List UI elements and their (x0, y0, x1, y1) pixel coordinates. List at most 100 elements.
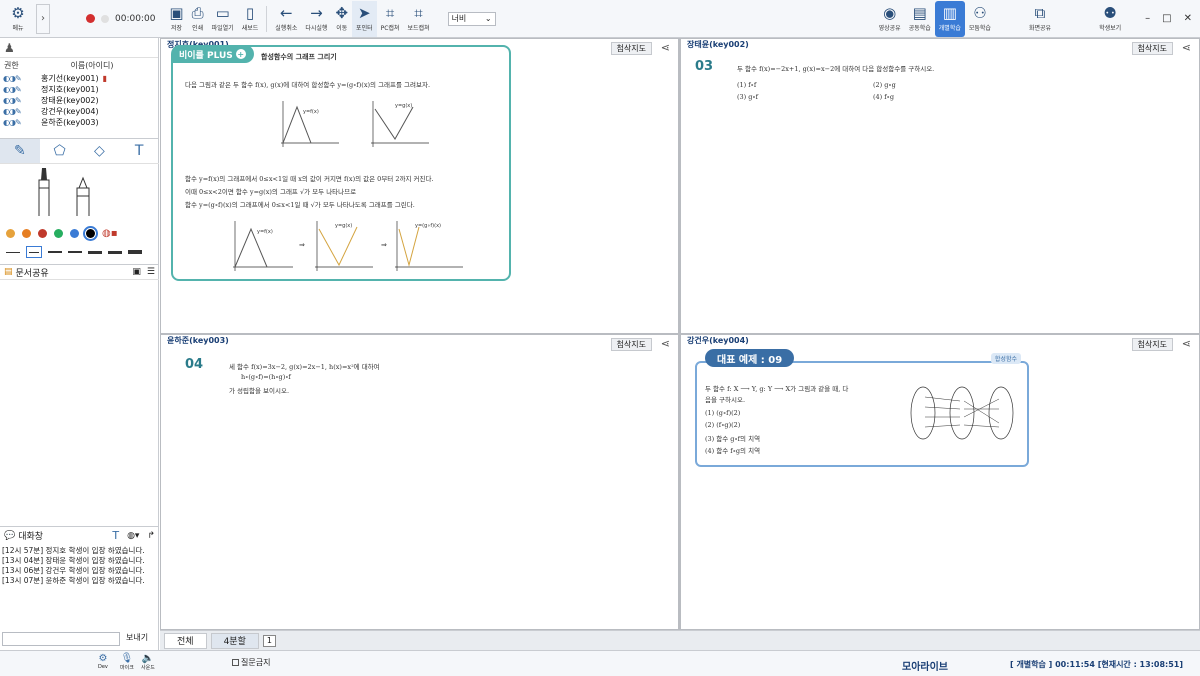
worksheet-line: 다음 그림과 같은 두 함수 f(x), g(x)에 대하여 합성함수 y=(g… (185, 81, 431, 89)
color-swatch[interactable] (22, 229, 31, 238)
speaker-button[interactable]: 🔈 사운드 (141, 653, 155, 671)
share-icon[interactable]: ⋖ (1182, 337, 1191, 350)
permission-icons[interactable]: ◐◑✎ (3, 96, 41, 105)
tab-all[interactable]: 전체 (164, 632, 207, 649)
maximize-button[interactable]: □ (1162, 13, 1171, 24)
folder-open-icon: ▭ (215, 4, 230, 22)
tab-text[interactable]: T (119, 139, 159, 163)
line-thickness-options (6, 246, 142, 258)
correction-button[interactable]: 첨삭지도 (1131, 338, 1173, 351)
problem-line: h∘(g∘f)=(h∘g)∘f (241, 373, 291, 381)
undo-button[interactable]: ← 실행취소 (271, 1, 301, 37)
share-icon[interactable]: ⋖ (661, 337, 670, 350)
tab-eraser[interactable]: ◇ (80, 139, 120, 163)
problem-item: (4) f∘g (873, 93, 895, 101)
chevron-right-icon: › (41, 13, 45, 24)
open-file-button[interactable]: ▭ 파일열기 (208, 1, 238, 37)
worksheet-heading: 합성함수의 그래프 그리기 (261, 53, 337, 61)
pc-capture-icon: ⌗ (385, 4, 395, 22)
zoom-select[interactable]: 너비 ⌄ (447, 11, 496, 26)
individual-learning-button[interactable]: ▥ 개별학습 (934, 0, 965, 37)
microphone-icon: 🎙 (120, 653, 134, 664)
close-button[interactable]: ✕ (1184, 13, 1192, 24)
print-button[interactable]: ⎙ 인쇄 (188, 1, 208, 37)
user-row[interactable]: ◐◑✎ 홍기선(key001) ▮ (0, 73, 158, 84)
list-icon[interactable]: ☰ (147, 267, 155, 277)
graph-label: y=f(x) (257, 229, 273, 235)
tab-shape[interactable]: ⬠ (40, 139, 80, 163)
expand-chevron-button[interactable]: › (36, 3, 50, 34)
user-row[interactable]: ◐◑✎ 장태윤(key002) (0, 95, 158, 106)
color-swatch[interactable] (54, 229, 63, 238)
student-pane-4[interactable]: 강건우(key004) 첨삭지도 ⋖ 합성함수 두 함수 f: X ⟶ Y, g… (681, 335, 1199, 629)
redo-button[interactable]: → 다시실행 (301, 1, 331, 37)
color-swatch[interactable] (6, 229, 15, 238)
line-thickness-2[interactable] (26, 246, 42, 258)
chat-input[interactable] (2, 632, 120, 646)
line-thickness-1[interactable] (6, 251, 20, 253)
student-pane-3[interactable]: 윤하준(key003) 첨삭지도 ⋖ 04 세 함수 f(x)=3x−2, g(… (161, 335, 678, 629)
pause-button[interactable] (101, 14, 109, 23)
save-icon: ▣ (169, 4, 184, 22)
question-block-checkbox[interactable]: 질문금지 (232, 657, 270, 668)
correction-button[interactable]: 첨삭지도 (610, 42, 652, 55)
co-learning-button[interactable]: ▤ 공동학습 (905, 1, 935, 37)
line-thickness-6[interactable] (108, 250, 122, 254)
share-icon[interactable]: ⋖ (1182, 41, 1191, 54)
function-graph-f: y=f(x) (281, 101, 339, 147)
group-learning-icon: ⚇ (973, 4, 987, 22)
save-button[interactable]: ▣ 저장 (165, 1, 187, 37)
color-picker-icon[interactable]: ◍▪ (102, 228, 118, 239)
permission-icons[interactable]: ◐◑✎ (3, 118, 41, 127)
minimize-button[interactable]: – (1145, 13, 1150, 24)
student-pane-1[interactable]: 정지호(key001) 첨삭지도 ⋖ 비이를 PLUS + 합성함수의 그래프 … (161, 39, 678, 333)
user-row[interactable]: ◐◑✎ 강건우(key004) (0, 106, 158, 117)
undo-icon: ← (280, 4, 293, 22)
line-thickness-4[interactable] (68, 251, 82, 253)
correction-button[interactable]: 첨삭지도 (1131, 42, 1173, 55)
save-doc-icon[interactable]: ▣ (132, 267, 141, 277)
chat-color-icon[interactable]: ◍▾ (127, 531, 139, 541)
video-share-button[interactable]: ◉ 영상공유 (875, 1, 905, 37)
group-learning-button[interactable]: ⚇ 모둠학습 (965, 1, 995, 37)
color-swatch-selected[interactable] (83, 226, 98, 241)
problem-item: (3) g∘f (737, 93, 759, 101)
new-board-button[interactable]: ▯ 새보드 (238, 1, 263, 37)
pointer-button[interactable]: ➤ 포인터 (352, 0, 377, 37)
line-thickness-3[interactable] (48, 251, 62, 253)
color-swatch[interactable] (38, 229, 47, 238)
user-row[interactable]: ◐◑✎ 정지호(key001) (0, 84, 158, 95)
permission-icons[interactable]: ◐◑✎ (3, 107, 41, 116)
tab-4-split[interactable]: 4분할 (210, 632, 259, 649)
user-list-columns: 권한 이름(아이디) (4, 61, 114, 70)
screen-share-button[interactable]: ⧉ 화면공유 (1025, 1, 1055, 37)
layout-tab-bar: 전체 4분할 1 (160, 630, 1200, 650)
page-indicator[interactable]: 1 (262, 634, 276, 647)
line-thickness-7[interactable] (128, 250, 142, 254)
permission-icons[interactable]: ◐◑✎ (3, 74, 41, 83)
example-item: (2) (f∘g)(2) (705, 421, 741, 429)
board-capture-button[interactable]: ⌗ 보드캡쳐 (403, 1, 433, 37)
mic-button[interactable]: 🎙 마이크 (120, 653, 134, 671)
correction-button[interactable]: 첨삭지도 (610, 338, 652, 351)
color-swatch[interactable] (70, 229, 79, 238)
line-thickness-5[interactable] (88, 250, 102, 254)
user-row[interactable]: ◐◑✎ 윤하준(key003) (0, 117, 158, 128)
settings-button[interactable]: ⚙ Dev (98, 653, 108, 670)
add-student-button[interactable]: ⚉ 학생보기 (1095, 1, 1125, 37)
font-icon[interactable]: T (112, 529, 119, 542)
tab-pen[interactable]: ✎ (0, 139, 40, 163)
send-button[interactable]: 보내기 (126, 632, 148, 643)
share-icon[interactable]: ⋖ (661, 41, 670, 54)
student-pane-2[interactable]: 장태윤(key002) 첨삭지도 ⋖ 03 두 함수 f(x)=−2x+1, g… (681, 39, 1199, 333)
move-button[interactable]: ✥ 이동 (331, 1, 352, 37)
menu-button[interactable]: ⚙ 메뉴 (0, 1, 36, 37)
pentagon-icon: ⬠ (53, 143, 66, 159)
marker-pen-icon[interactable] (36, 166, 52, 218)
highlighter-pen-icon[interactable] (74, 166, 92, 218)
permission-icons[interactable]: ◐◑✎ (3, 85, 41, 94)
share-arrow-icon[interactable]: ↱ (147, 531, 155, 541)
record-button[interactable] (86, 14, 95, 23)
top-toolbar: ⚙ 메뉴 › 00:00:00 ▣ 저장 ⎙ 인쇄 ▭ 파일열기 ▯ 새보드 ← 실행취소… (0, 0, 1200, 38)
pc-capture-button[interactable]: ⌗ PC캡쳐 (377, 1, 404, 37)
